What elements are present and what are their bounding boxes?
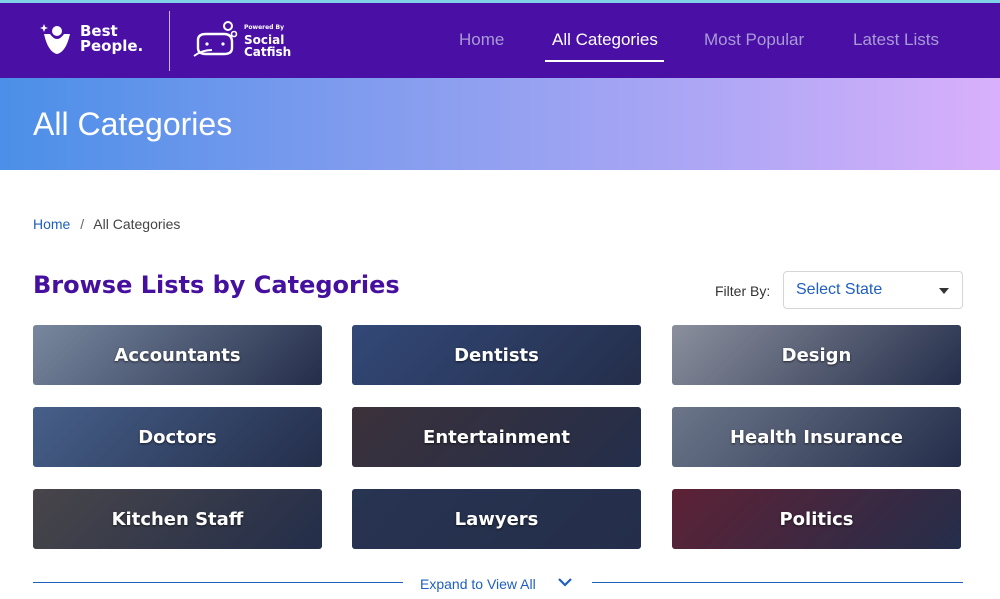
breadcrumb: Home / All Categories [33,216,180,232]
expand-view-all-link[interactable]: Expand to View All [420,576,536,592]
category-tile[interactable]: Health Insurance [672,407,961,467]
page-title: All Categories [33,106,233,142]
category-tile-label: Politics [779,508,854,530]
category-tile[interactable]: Dentists [352,325,641,385]
nav-all-categories[interactable]: All Categories [552,30,658,50]
breadcrumb-home[interactable]: Home [33,216,70,232]
expand-divider-left [33,582,403,583]
nav-home[interactable]: Home [459,30,504,50]
category-tile-label: Design [781,344,852,366]
social-catfish-logo[interactable]: Powered By Social Catfish [192,20,291,60]
category-tile-label: Kitchen Staff [111,508,244,530]
active-nav-indicator [545,60,664,62]
category-tile[interactable]: Lawyers [352,489,641,549]
top-navbar: Best People. Powered By Social Catfish H… [0,0,1000,78]
category-tile[interactable]: Doctors [33,407,322,467]
category-tile[interactable]: Entertainment [352,407,641,467]
filter-label: Filter By: [715,283,771,299]
state-select[interactable]: Select State [783,271,963,309]
logo-divider [169,11,170,71]
chevron-down-icon[interactable] [558,577,572,587]
category-tile[interactable]: Politics [672,489,961,549]
state-select-value: Select State [796,281,883,298]
page-banner: All Categories [0,78,1000,170]
category-tile-label: Lawyers [454,508,539,530]
person-logo-icon [40,24,70,54]
chevron-down-icon [939,288,949,294]
breadcrumb-current: All Categories [93,216,181,232]
nav-most-popular[interactable]: Most Popular [704,30,804,50]
section-title: Browse Lists by Categories [33,271,400,299]
brand-people: People. [80,37,144,55]
category-tile[interactable]: Design [672,325,961,385]
expand-divider-right [592,582,963,583]
catfish-logo-icon [193,21,238,57]
category-tile-label: Entertainment [423,426,570,448]
category-tile-label: Doctors [138,426,217,448]
brand-catfish: Catfish [244,45,292,59]
category-tile[interactable]: Kitchen Staff [33,489,322,549]
nav-latest-lists[interactable]: Latest Lists [853,30,939,50]
category-tile-label: Health Insurance [729,426,904,448]
best-people-logo[interactable]: Best People. [40,22,143,56]
category-tile[interactable]: Accountants [33,325,322,385]
category-tile-label: Accountants [114,344,241,366]
breadcrumb-separator: / [80,216,85,232]
category-tile-label: Dentists [454,344,539,366]
